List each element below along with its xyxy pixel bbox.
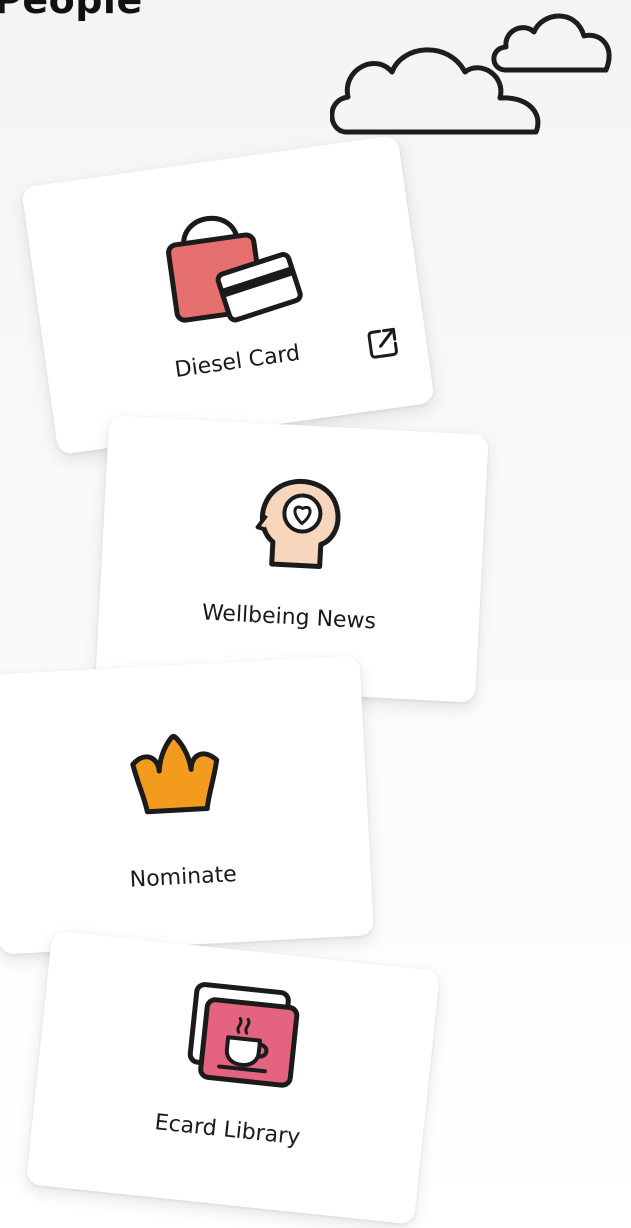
crown-icon bbox=[130, 733, 220, 815]
ecard-coffee-icon bbox=[187, 982, 300, 1088]
nominate-tile[interactable]: Nominate bbox=[0, 655, 375, 955]
shopping-bag-card-icon bbox=[166, 215, 303, 323]
ecard-library-label: Ecard Library bbox=[153, 1110, 302, 1151]
ecard-library-tile[interactable]: Ecard Library bbox=[25, 930, 441, 1225]
diesel-card-tile[interactable]: Diesel Card bbox=[21, 134, 435, 456]
nominate-label: Nominate bbox=[129, 862, 238, 893]
clouds-decoration bbox=[330, 13, 612, 135]
page-title: People bbox=[0, 0, 143, 22]
wellbeing-news-label: Wellbeing News bbox=[201, 600, 377, 635]
head-heart-icon bbox=[255, 479, 341, 569]
external-link-icon[interactable] bbox=[364, 324, 402, 362]
